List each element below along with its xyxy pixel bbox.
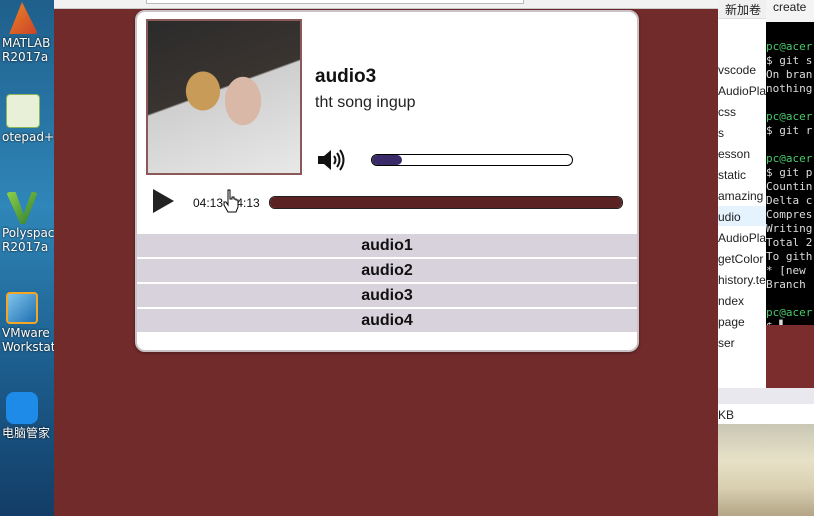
- terminal-line: Total 2: [766, 236, 813, 249]
- explorer-scroll-strip: [718, 388, 814, 404]
- file-explorer-panel: 新加卷 vscode AudioPla css s esson static a…: [718, 0, 766, 420]
- volume-icon[interactable]: [317, 149, 345, 171]
- terminal-line: pc@acer: [766, 110, 813, 123]
- terminal-line: $ ▌: [766, 320, 786, 325]
- desktop-wallpaper: [718, 424, 814, 516]
- terminal-window[interactable]: create pc@acer $ git s On bran nothing pc@ac…: [766, 0, 814, 325]
- terminal-line: On bran: [766, 68, 813, 81]
- terminal-line: To gith: [766, 250, 813, 263]
- explorer-item[interactable]: udio: [718, 210, 741, 224]
- explorer-item[interactable]: s: [718, 126, 724, 140]
- explorer-header: 新加卷: [718, 0, 766, 19]
- pc-manager-shortcut[interactable]: 电脑管家: [0, 392, 54, 440]
- terminal-title-area: create: [766, 0, 814, 22]
- playlist-item-audio3[interactable]: audio3: [137, 284, 637, 307]
- playlist-item-audio2[interactable]: audio2: [137, 259, 637, 282]
- polyspace-shortcut[interactable]: Polyspace R2017a: [0, 192, 54, 254]
- explorer-item[interactable]: AudioPla: [718, 231, 766, 245]
- explorer-item[interactable]: ndex: [718, 294, 744, 308]
- terminal-line: nothing: [766, 82, 813, 95]
- volume-slider[interactable]: [371, 154, 573, 166]
- volume-slider-fill: [372, 155, 402, 165]
- album-cover-image: [146, 19, 302, 175]
- notepadpp-shortcut[interactable]: otepad+: [0, 94, 54, 144]
- explorer-item[interactable]: AudioPla: [718, 84, 766, 98]
- vmware-icon: [6, 292, 38, 324]
- explorer-item[interactable]: amazing: [718, 189, 763, 203]
- terminal-line: Branch: [766, 278, 806, 291]
- polyspace-icon: [6, 192, 38, 224]
- shield-icon: [6, 392, 38, 424]
- explorer-item[interactable]: ser: [718, 336, 735, 350]
- terminal-line: Delta c: [766, 194, 813, 207]
- explorer-status-bar: KB: [718, 404, 814, 424]
- terminal-line: pc@acer: [766, 152, 813, 165]
- terminal-line: Countin: [766, 180, 813, 193]
- explorer-item[interactable]: history.te: [718, 273, 766, 287]
- matlab-shortcut[interactable]: MATLAB R2017a: [0, 2, 54, 64]
- explorer-item[interactable]: page: [718, 315, 745, 329]
- seek-bar-fill: [270, 197, 622, 208]
- explorer-item[interactable]: esson: [718, 147, 750, 161]
- terminal-line: pc@acer: [766, 40, 813, 53]
- song-title: audio3: [315, 66, 377, 87]
- desktop-icon-strip: MATLAB R2017a otepad+ Polyspace R2017a V…: [0, 0, 54, 516]
- terminal-line: $ git p: [766, 166, 813, 179]
- audio-player-card: audio3 tht song ingup 04:13 /04:13 audio…: [135, 10, 639, 352]
- playlist: audio1 audio2 audio3 audio4: [137, 234, 637, 334]
- explorer-item[interactable]: css: [718, 105, 736, 119]
- explorer-item[interactable]: vscode: [718, 63, 756, 77]
- seek-bar[interactable]: [269, 196, 623, 209]
- play-icon[interactable]: [151, 188, 175, 214]
- hand-cursor-icon: [223, 189, 239, 213]
- notepad-icon: [6, 94, 40, 128]
- terminal-line: $ git s: [766, 54, 813, 67]
- terminal-line: pc@acer: [766, 306, 813, 319]
- playlist-item-audio4[interactable]: audio4: [137, 309, 637, 332]
- matlab-icon: [9, 2, 38, 34]
- song-artist: tht song ingup: [315, 94, 416, 111]
- explorer-item[interactable]: getColor: [718, 252, 763, 266]
- terminal-line: Writing: [766, 222, 813, 235]
- playlist-item-audio1[interactable]: audio1: [137, 234, 637, 257]
- explorer-item[interactable]: static: [718, 168, 746, 182]
- address-bar[interactable]: [146, 0, 524, 4]
- terminal-line: $ git r: [766, 124, 813, 137]
- vmware-shortcut[interactable]: VMware Workstati...: [0, 292, 54, 354]
- terminal-line: * [new: [766, 264, 806, 277]
- terminal-line: Compres: [766, 208, 813, 221]
